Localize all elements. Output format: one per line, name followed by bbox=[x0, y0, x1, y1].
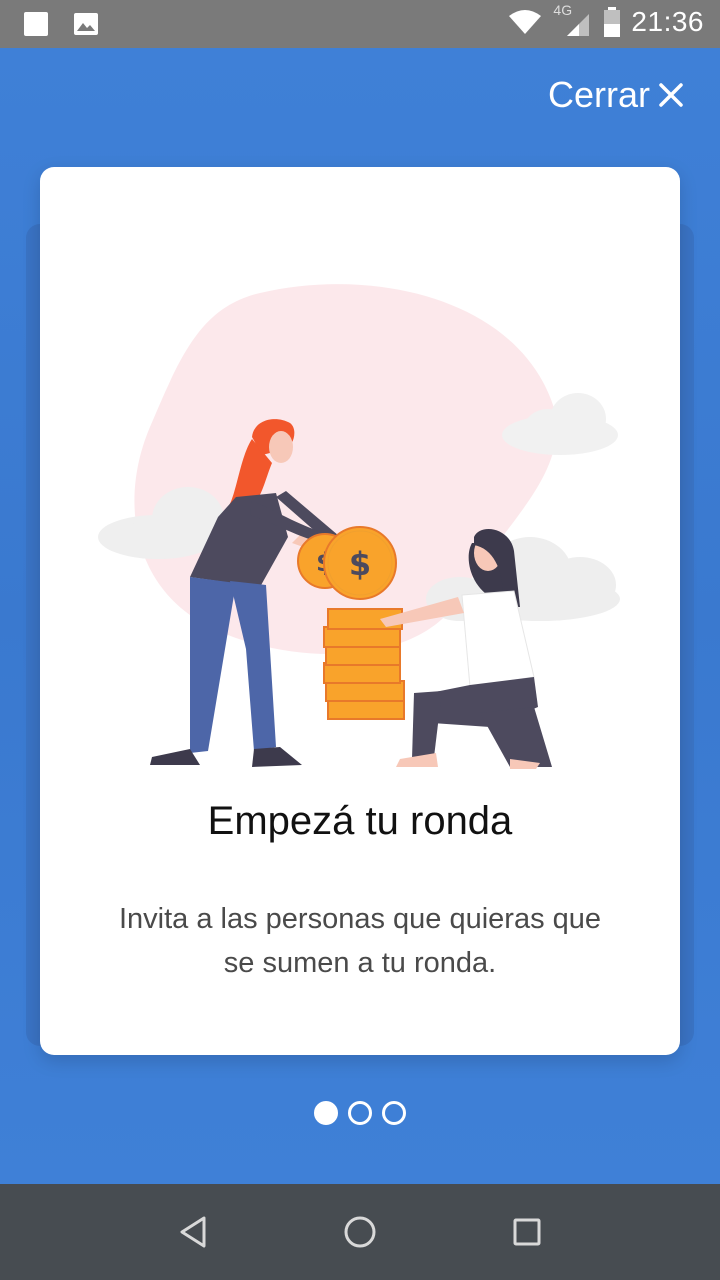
page-indicator bbox=[0, 1101, 720, 1125]
signal-indicator: 4G bbox=[553, 2, 593, 38]
svg-text:$: $ bbox=[349, 545, 371, 583]
navigation-bar bbox=[0, 1184, 720, 1280]
square-notification-icon bbox=[24, 12, 48, 36]
home-icon bbox=[344, 1216, 376, 1248]
money-circle-illustration: $ $ bbox=[98, 284, 620, 769]
page-dot-2[interactable] bbox=[348, 1101, 372, 1125]
onboarding-description: Invita a las personas que quieras que se… bbox=[118, 903, 602, 979]
signal-icon bbox=[567, 14, 590, 36]
onboarding-card: $ $ bbox=[40, 167, 680, 1055]
back-button[interactable] bbox=[163, 1202, 223, 1262]
close-button[interactable]: Cerrar bbox=[548, 74, 684, 116]
recents-icon bbox=[513, 1218, 541, 1246]
status-bar: 4G 21:36 bbox=[0, 0, 720, 48]
coin-top: $ bbox=[323, 526, 397, 600]
page-dot-1[interactable] bbox=[314, 1101, 338, 1125]
close-label: Cerrar bbox=[547, 74, 650, 115]
recents-button[interactable] bbox=[497, 1202, 557, 1262]
home-button[interactable] bbox=[330, 1202, 390, 1262]
wifi-icon bbox=[509, 10, 542, 34]
page-dot-3[interactable] bbox=[382, 1101, 406, 1125]
onboarding-title: Empezá tu ronda bbox=[207, 799, 513, 843]
onboarding-screen: Cerrar $ Empezá tu ronda Invita a las pe… bbox=[0, 48, 720, 1184]
battery-icon bbox=[604, 7, 621, 37]
clock: 21:36 bbox=[631, 6, 704, 37]
back-icon bbox=[180, 1216, 206, 1248]
image-notification-icon bbox=[74, 13, 98, 35]
close-icon bbox=[659, 83, 683, 107]
